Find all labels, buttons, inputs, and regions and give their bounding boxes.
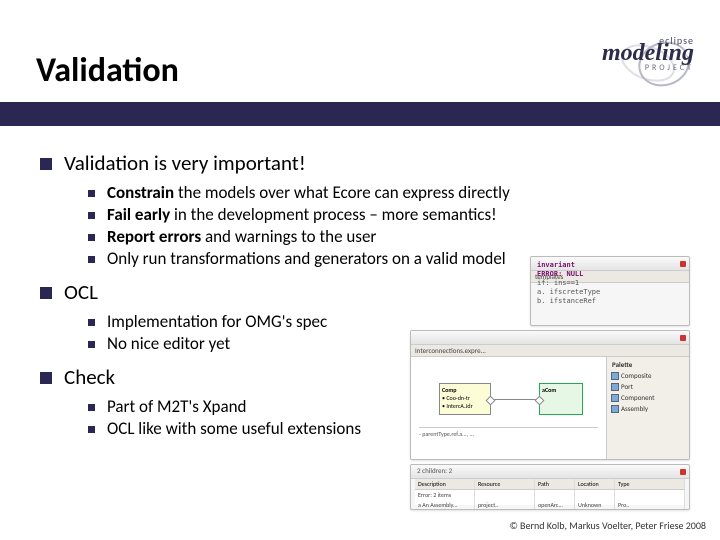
col-resource: Resource xyxy=(475,479,535,489)
diagram-node: aCom xyxy=(539,383,583,415)
palette-item: Port xyxy=(607,381,689,392)
diagram-breadcrumb: - parentType.ref.a..., ... xyxy=(419,427,598,455)
palette-title: Palette xyxy=(607,357,689,370)
table-header-row: Description Resource Path Location Type xyxy=(415,479,685,490)
bullet-lvl2: Constrain the models over what Ecore can… xyxy=(88,182,690,203)
col-path: Path xyxy=(535,479,575,489)
square-bullet-icon xyxy=(88,404,95,411)
col-location: Location xyxy=(575,479,615,489)
square-bullet-icon xyxy=(88,319,95,326)
slide-title: Validation xyxy=(36,50,179,91)
bullet-text: Part of M2T's Xpand xyxy=(107,396,246,417)
palette-item: Assembly xyxy=(607,403,689,414)
bullet-text: Implementation for OMG's spec xyxy=(107,311,327,332)
diagram-canvas: Comp • Coo-dn-tr • IntercA.Jdr aCom - pa… xyxy=(411,357,607,459)
bullet-text: OCL xyxy=(64,279,98,305)
bullet-lvl2: Report errors and warnings to the user xyxy=(88,226,690,247)
square-bullet-icon xyxy=(40,158,52,170)
palette-item: Composite xyxy=(607,370,689,381)
view-tab: 2 children: 2 xyxy=(417,466,452,475)
window-titlebar xyxy=(411,331,689,345)
window-titlebar: 2 children: 2 xyxy=(411,465,689,479)
square-bullet-icon xyxy=(88,190,95,197)
col-description: Description xyxy=(415,479,475,489)
screenshot-code-editor: templates invariant ERROR: NULL if: ins=… xyxy=(530,256,690,326)
diagram-node: Comp • Coo-dn-tr • IntercA.Jdr xyxy=(439,383,491,415)
square-bullet-icon xyxy=(88,212,95,219)
palette-item: Component xyxy=(607,392,689,403)
bullet-text: Check xyxy=(64,364,115,390)
logo-main-text: modeling xyxy=(602,43,694,65)
header-band xyxy=(0,102,720,126)
copyright-footer: © Bernd Kolb, Markus Voelter, Peter Frie… xyxy=(509,519,706,532)
table-row: Error: 2 items xyxy=(415,490,685,500)
col-type: Type xyxy=(615,479,685,489)
square-bullet-icon xyxy=(88,426,95,433)
problems-table: Description Resource Path Location Type … xyxy=(415,479,685,505)
square-bullet-icon xyxy=(88,256,95,263)
bullet-text: OCL like with some useful extensions xyxy=(107,418,361,439)
editor-tab: Interconnections.expre... xyxy=(411,345,689,357)
eclipse-modeling-logo: eclipse modeling PROJECT xyxy=(564,36,694,98)
bullet-lvl2: Fail early in the development process – … xyxy=(88,204,690,225)
square-bullet-icon xyxy=(40,372,52,384)
bullet-lvl1: Validation is very important! xyxy=(40,150,690,176)
bullet-text: Fail early in the development process – … xyxy=(107,204,497,225)
slide-header: Validation eclipse modeling PROJECT xyxy=(0,0,720,110)
square-bullet-icon xyxy=(40,287,52,299)
palette-panel: Palette Composite Port Component Assembl… xyxy=(607,357,689,459)
diagram-connector xyxy=(491,399,539,400)
bullet-text: Only run transformations and generators … xyxy=(107,248,506,269)
section-validation-important: Validation is very important! Constrain … xyxy=(40,150,690,269)
bullet-text: No nice editor yet xyxy=(107,333,230,354)
code-snippet: invariant ERROR: NULL if: ins==1 a. ifsc… xyxy=(537,261,600,306)
table-row: a An Assembly... project.. openArc... Un… xyxy=(415,500,685,510)
screenshot-problems-view: 2 children: 2 Description Resource Path … xyxy=(410,464,690,510)
bullet-text: Validation is very important! xyxy=(64,150,306,176)
screenshot-diagram-editor: Interconnections.expre... Comp • Coo-dn-… xyxy=(410,330,690,460)
bullet-text: Constrain the models over what Ecore can… xyxy=(107,182,510,203)
square-bullet-icon xyxy=(88,341,95,348)
square-bullet-icon xyxy=(88,234,95,241)
bullet-text: Report errors and warnings to the user xyxy=(107,226,376,247)
